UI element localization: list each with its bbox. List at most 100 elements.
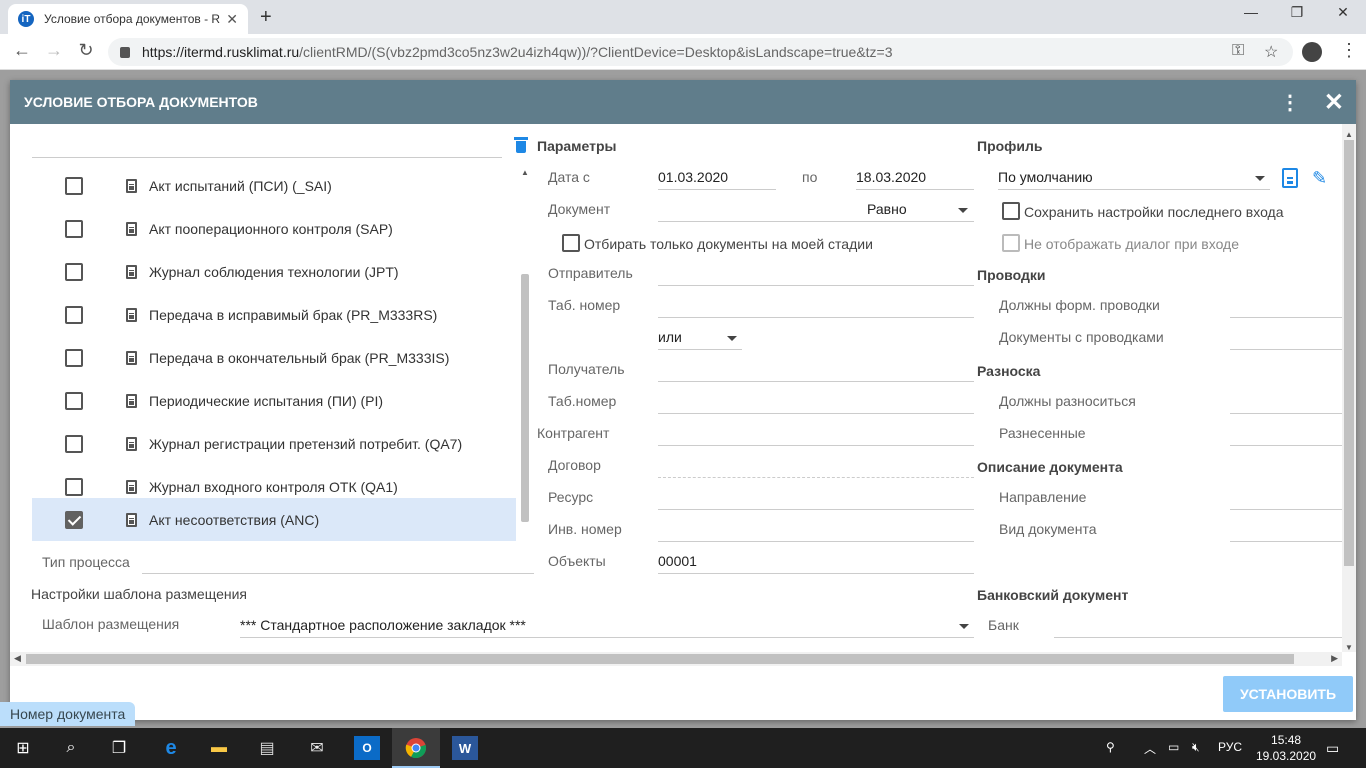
browser-menu-icon[interactable]: ⋮ (1340, 40, 1358, 61)
profile-avatar-icon[interactable] (1302, 42, 1322, 62)
checkbox[interactable] (65, 348, 83, 367)
dialog-close-icon[interactable]: ✕ (1324, 88, 1344, 117)
tray-chevron-up-icon[interactable]: ︿ (1144, 740, 1156, 757)
people-icon[interactable]: ⚲ (1106, 740, 1115, 754)
scroll-up-icon[interactable]: ▲ (1345, 130, 1353, 139)
trash-icon[interactable] (514, 137, 528, 153)
tab-close-icon[interactable]: ✕ (226, 11, 238, 28)
bank-field[interactable] (1054, 612, 1342, 638)
list-item[interactable]: Журнал регистрации претензий потребит. (… (32, 422, 516, 465)
network-icon[interactable]: ▭ (1168, 740, 1179, 754)
scroll-thumb[interactable] (521, 274, 529, 522)
edit-pencil-icon[interactable]: ✎ (1312, 168, 1327, 189)
inventory-number-field[interactable] (658, 516, 974, 542)
profile-dropdown-icon[interactable] (1255, 176, 1265, 181)
date-to-input[interactable]: 18.03.2020 (856, 164, 974, 190)
apply-button[interactable]: УСТАНОВИТЬ (1223, 676, 1353, 712)
mail-icon[interactable]: ✉ (304, 736, 330, 760)
profile-select[interactable]: По умолчанию (998, 164, 1270, 190)
checkbox[interactable] (65, 219, 83, 238)
dialog-vertical-scrollbar[interactable]: ▲ ▼ (1342, 124, 1356, 652)
or-dropdown-icon[interactable] (727, 336, 737, 341)
word-icon[interactable]: W (452, 736, 478, 760)
must-be-posted-field[interactable] (1230, 388, 1342, 414)
objects-field[interactable]: 00001 (658, 548, 974, 574)
scroll-right-icon[interactable]: ▶ (1331, 653, 1338, 664)
search-icon[interactable]: ⌕ (58, 736, 84, 760)
checkbox[interactable] (65, 477, 83, 496)
chrome-icon[interactable] (403, 736, 429, 760)
must-form-postings-field[interactable] (1230, 292, 1342, 318)
doc-description-header: Описание документа (977, 459, 1123, 475)
window-close-icon[interactable]: ✕ (1320, 4, 1366, 21)
scroll-thumb[interactable] (26, 654, 1294, 664)
placement-dropdown-icon[interactable] (959, 624, 969, 629)
scroll-down-icon[interactable]: ▼ (1345, 643, 1353, 652)
scroll-up-icon[interactable]: ▲ (521, 168, 529, 177)
scroll-left-icon[interactable]: ◀ (14, 653, 21, 664)
volume-muted-icon[interactable]: 🔇︎ (1192, 740, 1200, 755)
tab-number-field[interactable] (658, 292, 974, 318)
new-profile-file-icon[interactable] (1282, 168, 1298, 188)
document-field[interactable]: Равно (658, 196, 974, 222)
back-icon[interactable]: ← (10, 40, 34, 61)
task-view-icon[interactable]: ❐ (106, 736, 132, 760)
date-from-input[interactable]: 01.03.2020 (658, 164, 776, 190)
new-tab-icon[interactable]: + (260, 6, 272, 29)
checkbox[interactable] (65, 391, 83, 410)
edge-icon[interactable]: e (158, 736, 184, 760)
no-dialog-on-login-checkbox[interactable] (1002, 234, 1020, 252)
dialog-menu-icon[interactable]: ⋮ (1280, 90, 1300, 115)
windows-start-icon[interactable]: ⊞ (10, 736, 36, 760)
list-item[interactable]: Передача в окончательный брак (PR_M333IS… (32, 336, 516, 379)
list-item[interactable]: Акт испытаний (ПСИ) (_SAI) (32, 164, 516, 207)
file-explorer-icon[interactable]: ▬ (206, 736, 232, 760)
only-my-stage-checkbox[interactable] (562, 234, 580, 252)
forward-icon[interactable]: → (42, 40, 66, 61)
list-item[interactable]: Передача в исправимый брак (PR_M333RS) (32, 293, 516, 336)
notifications-icon[interactable]: ▭ (1326, 740, 1339, 757)
checkbox[interactable] (65, 262, 83, 281)
recipient-field[interactable] (658, 356, 974, 382)
list-item[interactable]: Журнал соблюдения технологии (JPT) (32, 250, 516, 293)
lock-icon (120, 46, 130, 58)
process-type-field[interactable] (142, 548, 534, 574)
list-scrollbar[interactable]: ▲ (518, 164, 532, 524)
checkbox[interactable] (65, 176, 83, 195)
save-last-settings-checkbox[interactable] (1002, 202, 1020, 220)
language-indicator[interactable]: РУС (1218, 740, 1242, 754)
document-number-chip[interactable]: Номер документа (0, 702, 136, 726)
resource-field[interactable] (658, 484, 974, 510)
contract-field[interactable] (658, 452, 974, 478)
placement-template-select[interactable]: *** Стандартное расположение закладок **… (240, 612, 974, 638)
store-icon[interactable]: ▤ (254, 736, 280, 760)
dialog-horizontal-scrollbar[interactable]: ◀ ▶ (10, 652, 1342, 666)
checkbox[interactable] (65, 434, 83, 453)
key-icon[interactable]: ⚿ (1232, 42, 1244, 60)
scroll-thumb[interactable] (1344, 140, 1354, 566)
doc-type-field[interactable] (1230, 516, 1342, 542)
outlook-icon[interactable]: O (354, 736, 380, 760)
sender-field[interactable] (658, 260, 974, 286)
bank-doc-header: Банковский документ (977, 587, 1129, 603)
taskbar-clock[interactable]: 15:48 19.03.2020 (1256, 732, 1316, 764)
reload-icon[interactable]: ↻ (74, 40, 98, 61)
restore-icon[interactable]: ❐ (1274, 4, 1320, 21)
browser-tab[interactable]: iT Условие отбора документов - R ✕ (8, 4, 248, 34)
list-item[interactable]: Акт пооперационного контроля (SAP) (32, 207, 516, 250)
list-item-label: Акт несоответствия (ANC) (149, 511, 320, 528)
posted-field[interactable] (1230, 420, 1342, 446)
recipient-tab-number-field[interactable] (658, 388, 974, 414)
list-item[interactable]: Периодические испытания (ПИ) (PI) (32, 379, 516, 422)
list-item-selected[interactable]: Акт несоответствия (ANC) (32, 498, 516, 541)
docs-with-postings-field[interactable] (1230, 324, 1342, 350)
minimize-icon[interactable]: — (1228, 4, 1274, 20)
bookmark-star-icon[interactable]: ☆ (1264, 42, 1278, 62)
document-operator-dropdown-icon[interactable] (958, 208, 968, 213)
direction-field[interactable] (1230, 484, 1342, 510)
address-bar[interactable]: https://itermd.rusklimat.ru/clientRMD/(S… (108, 38, 1293, 66)
document-icon (126, 350, 137, 365)
checkbox-checked[interactable] (65, 510, 83, 529)
checkbox[interactable] (65, 305, 83, 324)
counterparty-field[interactable] (658, 420, 974, 446)
